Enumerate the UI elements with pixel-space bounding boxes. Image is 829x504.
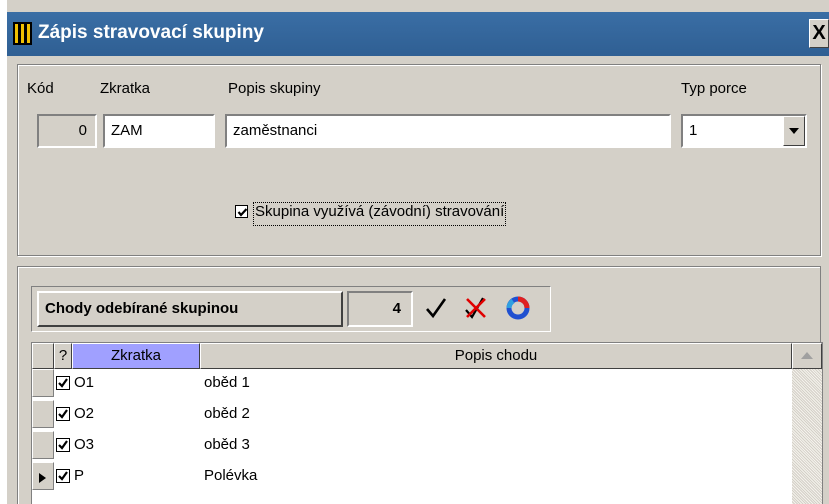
table-row[interactable]: O3 oběd 3 [32,431,792,459]
checkmark-icon [58,471,68,481]
row-description: Polévka [204,467,258,484]
row-code: O3 [74,436,95,453]
chevron-up-icon [801,352,813,359]
typ-porce-value: 1 [689,122,698,139]
row-checkbox[interactable] [56,376,70,390]
kod-field: 0 [37,114,97,148]
uncheck-all-button[interactable] [459,291,493,325]
popis-skupiny-field[interactable]: zaměstnanci [225,114,671,148]
row-indicator[interactable] [32,369,54,397]
row-description: oběd 2 [204,405,250,422]
app-icon [13,22,32,45]
courses-title: Chody odebírané skupinou [37,291,343,327]
checkmark-icon [58,409,68,419]
dropdown-button[interactable] [783,116,805,146]
zkratka-field[interactable]: ZAM [103,114,215,148]
refresh-button[interactable] [501,291,535,325]
row-description: oběd 3 [204,436,250,453]
dialog-window: Zápis stravovací skupiny X Kód Zkratka P… [7,0,829,504]
row-checkbox[interactable] [56,407,70,421]
row-indicator[interactable] [32,462,54,490]
typ-porce-select[interactable]: 1 [681,114,807,148]
current-row-arrow-icon [39,473,46,483]
zkratka-label: Zkratka [100,80,151,97]
grid-corner [32,343,54,369]
checkmark-icon [58,440,68,450]
row-indicator[interactable] [32,400,54,428]
row-code: P [74,467,85,484]
courses-grid: ? Zkratka Popis chodu O1 oběd 1 O2 oběd 2 O3… [31,342,823,504]
typ-porce-label: Typ porce [681,80,747,97]
scroll-up-button[interactable] [792,343,822,369]
row-description: oběd 1 [204,374,250,391]
row-checkbox[interactable] [56,438,70,452]
courses-count: 4 [347,291,413,327]
kod-label: Kód [27,80,54,97]
column-header-zkratka[interactable]: Zkratka [72,343,200,369]
checkbox-label[interactable]: Skupina využívá (závodní) stravování [253,202,507,226]
stravovani-checkbox[interactable] [235,205,248,218]
column-header-popis-chodu[interactable]: Popis chodu [200,343,792,369]
refresh-icon [506,296,530,320]
checkmark-icon [237,208,248,217]
row-indicator[interactable] [32,431,54,459]
popis-label: Popis skupiny [228,80,321,97]
title-bar[interactable]: Zápis stravovací skupiny X [7,12,829,56]
table-row[interactable]: O1 oběd 1 [32,369,792,397]
checkmark-icon [426,298,447,319]
row-code: O1 [74,374,95,391]
column-header-check[interactable]: ? [54,343,72,369]
chevron-down-icon [789,128,799,134]
red-cross-icon [465,297,486,319]
vertical-scrollbar[interactable] [792,343,822,504]
row-code: O2 [74,405,95,422]
table-row[interactable]: P Polévka [32,462,792,490]
checkmark-icon [58,378,68,388]
check-all-button[interactable] [419,291,453,325]
window-title: Zápis stravovací skupiny [38,22,264,43]
row-checkbox[interactable] [56,469,70,483]
table-row[interactable]: O2 oběd 2 [32,400,792,428]
close-button[interactable]: X [809,19,829,48]
